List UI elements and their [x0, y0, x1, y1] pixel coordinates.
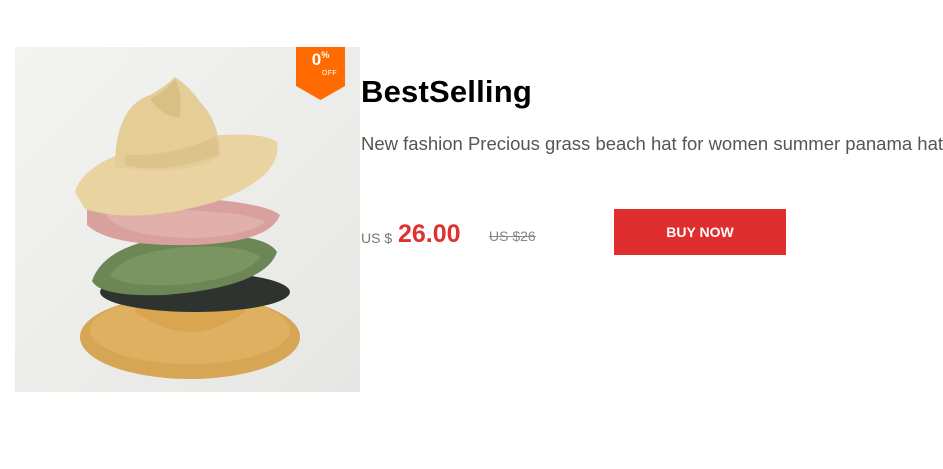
discount-value: 0 [311, 50, 322, 69]
product-card: 0% OFF BestSelling New fashion Precious … [0, 0, 943, 469]
current-price: 26.00 [398, 220, 461, 248]
discount-percent: % [321, 50, 330, 60]
discount-off-label: OFF [322, 70, 337, 77]
original-price: US $26 [489, 228, 536, 244]
product-description-container: New fashion Precious grass beach hat for… [361, 131, 943, 162]
buy-now-button[interactable]: BUY NOW [614, 209, 786, 255]
currency-label: US $ [361, 230, 393, 246]
product-title[interactable]: BestSelling [361, 74, 532, 110]
product-description[interactable]: New fashion Precious grass beach hat for… [361, 131, 943, 162]
discount-badge-text: 0% [296, 50, 345, 70]
